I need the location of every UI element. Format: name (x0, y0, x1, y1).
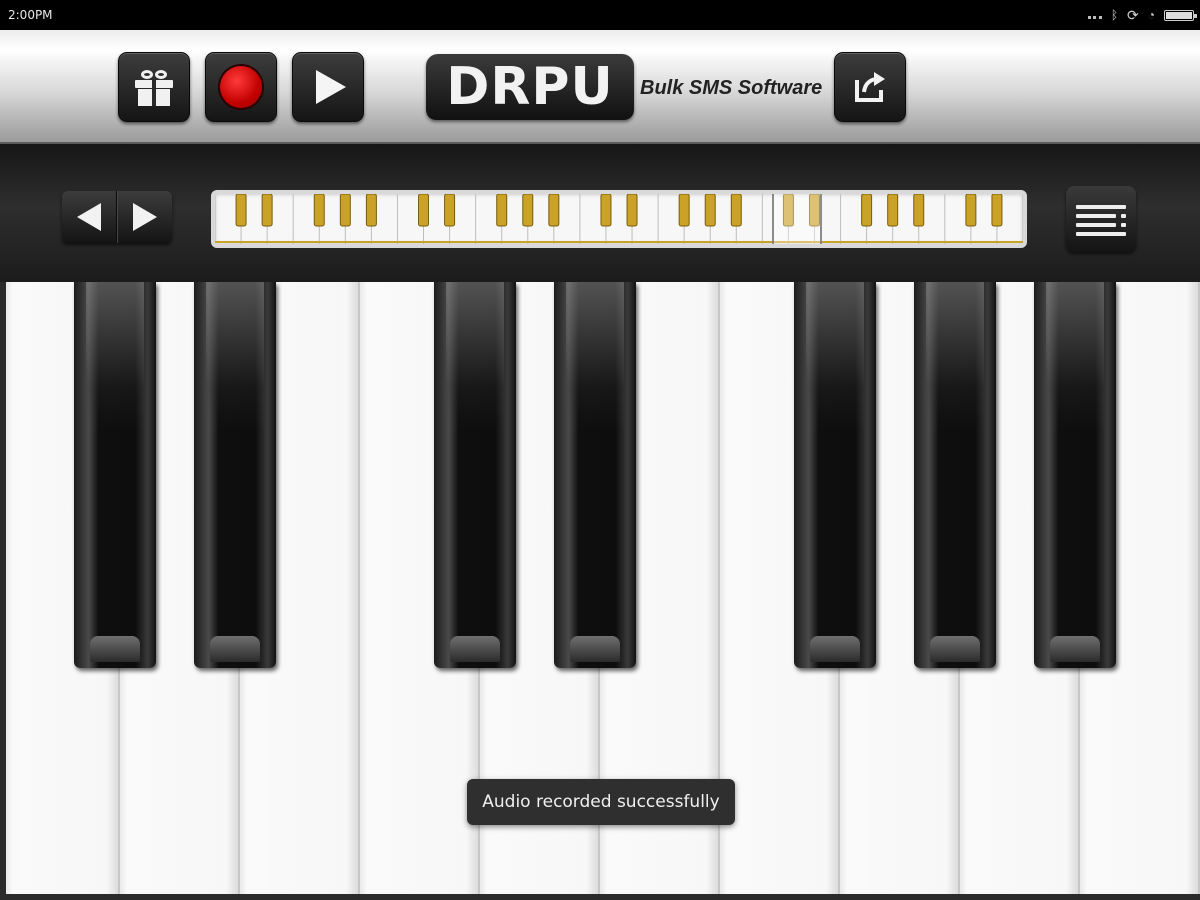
black-key[interactable] (914, 282, 996, 668)
black-key[interactable] (794, 282, 876, 668)
mini-black-key (626, 194, 638, 227)
black-key[interactable] (1034, 282, 1116, 668)
mini-black-key (730, 194, 742, 227)
mini-black-key (548, 194, 560, 227)
octave-arrows (62, 191, 172, 243)
keyboard-viewport-handle[interactable] (772, 194, 822, 244)
mini-black-key (913, 194, 925, 227)
mini-black-key (600, 194, 612, 227)
mini-black-key (965, 194, 977, 227)
status-icons: ᛒ ⟳ ◔ (1087, 7, 1197, 23)
record-icon (220, 66, 262, 108)
mini-black-key (861, 194, 873, 227)
mini-black-key (313, 194, 325, 227)
mini-black-key (678, 194, 690, 227)
scroll-left-button[interactable] (62, 191, 117, 243)
gift-icon (135, 68, 173, 106)
mini-black-key (365, 194, 377, 227)
mini-black-key (887, 194, 899, 227)
logo-text: DRPU (446, 57, 614, 117)
play-icon (316, 70, 346, 104)
mini-black-key (522, 194, 534, 227)
mini-black-key (444, 194, 456, 227)
share-button[interactable] (834, 52, 906, 122)
scroll-right-button[interactable] (117, 191, 172, 243)
wifi-icon: ◔ (1147, 8, 1155, 22)
play-button[interactable] (292, 52, 364, 122)
bluetooth-icon: ᛒ (1110, 8, 1119, 22)
mini-black-key (418, 194, 430, 227)
black-key[interactable] (434, 282, 516, 668)
mini-keyboard-keys (215, 194, 1023, 244)
mini-black-key (704, 194, 716, 227)
mini-black-key (991, 194, 1003, 227)
more-dots-icon (1087, 12, 1102, 19)
status-time: 2:00PM (8, 8, 53, 22)
battery-icon (1164, 9, 1197, 21)
black-key[interactable] (194, 282, 276, 668)
top-toolbar: DRPU Bulk SMS Software (0, 30, 1200, 144)
keyboard-overview-slider[interactable] (211, 190, 1027, 248)
menu-button[interactable] (1066, 186, 1136, 252)
mini-black-key (261, 194, 273, 227)
arrow-right-icon (133, 203, 157, 231)
black-key[interactable] (554, 282, 636, 668)
share-icon (853, 70, 887, 104)
mini-black-key (339, 194, 351, 227)
arrow-left-icon (77, 203, 101, 231)
black-key[interactable] (74, 282, 156, 668)
logo-subtitle[interactable]: Bulk SMS Software (640, 77, 822, 100)
sync-icon: ⟳ (1127, 7, 1139, 23)
menu-list-icon (1076, 203, 1126, 236)
status-bar: 2:00PM ᛒ ⟳ ◔ (0, 0, 1200, 30)
drpu-logo[interactable]: DRPU (426, 54, 634, 120)
record-button[interactable] (205, 52, 277, 122)
gift-button[interactable] (118, 52, 190, 122)
navigator-bar (0, 144, 1200, 282)
toast-message: Audio recorded successfully (467, 779, 735, 825)
mini-black-key (496, 194, 508, 227)
mini-black-key (235, 194, 247, 227)
